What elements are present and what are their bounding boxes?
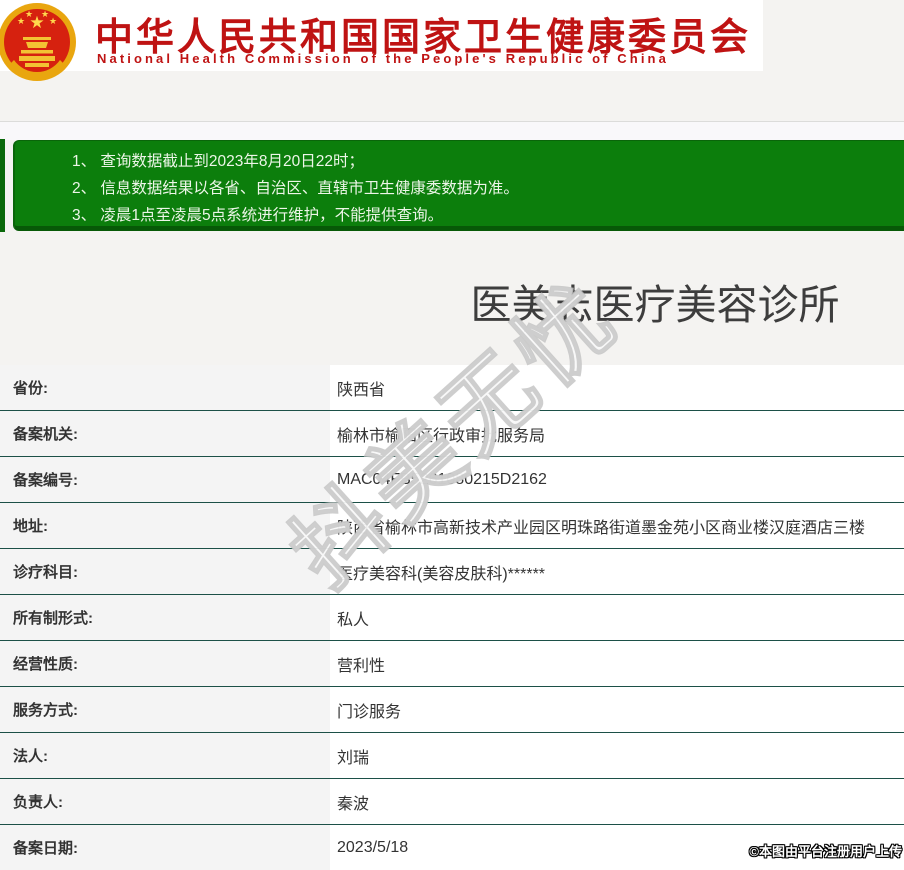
svg-text:★: ★ — [17, 16, 25, 26]
row-value: 医疗美容科(美容皮肤科)****** — [330, 549, 904, 594]
copyright-watermark: ©本图由平台注册用户上传 — [749, 844, 902, 859]
row-value: 秦波 — [330, 779, 904, 824]
table-row-legal-person: 法人: 刘瑞 — [0, 733, 904, 779]
svg-text:★: ★ — [41, 9, 49, 19]
svg-text:★: ★ — [49, 16, 57, 26]
notice-item-3: 3、 凌晨1点至凌晨5点系统进行维护，不能提供查询。 — [72, 207, 444, 224]
row-label: 法人: — [0, 733, 330, 778]
row-label: 省份: — [0, 365, 330, 410]
row-value: 私人 — [330, 595, 904, 640]
china-national-emblem-icon: ★ ★ ★ ★ ★ — [0, 3, 76, 81]
notice-left-strip — [0, 139, 5, 232]
table-row-business-nature: 经营性质: 营利性 — [0, 641, 904, 687]
svg-text:★: ★ — [25, 9, 33, 19]
table-row-ownership-form: 所有制形式: 私人 — [0, 595, 904, 641]
header-title-en: National Health Commission of the People… — [97, 51, 669, 66]
table-row-address: 地址: 陕西省榆林市高新技术产业园区明珠路街道墨金苑小区商业楼汉庭酒店三楼 — [0, 503, 904, 549]
facility-name-title: 医美志医疗美容诊所 — [470, 282, 840, 328]
row-label: 所有制形式: — [0, 595, 330, 640]
record-info-table: 省份: 陕西省 备案机关: 榆林市榆阳区行政审批服务局 备案编号: MAC04F… — [0, 365, 904, 870]
row-label: 备案编号: — [0, 457, 330, 502]
row-label: 经营性质: — [0, 641, 330, 686]
table-row-service-mode: 服务方式: 门诊服务 — [0, 687, 904, 733]
notice-item-1: 1、 查询数据截止到2023年8月20日22时； — [72, 153, 365, 170]
table-row-person-in-charge: 负责人: 秦波 — [0, 779, 904, 825]
notice-item-2: 2、 信息数据结果以各省、自治区、直辖市卫生健康委数据为准。 — [72, 180, 519, 197]
row-value: 刘瑞 — [330, 733, 904, 778]
row-value: 陕西省 — [330, 365, 904, 410]
row-label: 诊疗科目: — [0, 549, 330, 594]
band-highlight — [0, 122, 904, 140]
table-row-treatment-subjects: 诊疗科目: 医疗美容科(美容皮肤科)****** — [0, 549, 904, 595]
row-value: MAC04FB5261080215D2162 — [330, 457, 904, 502]
row-label: 服务方式: — [0, 687, 330, 732]
table-row-filing-authority: 备案机关: 榆林市榆阳区行政审批服务局 — [0, 411, 904, 457]
row-value: 陕西省榆林市高新技术产业园区明珠路街道墨金苑小区商业楼汉庭酒店三楼 — [330, 503, 904, 548]
site-header: ★ ★ ★ ★ ★ 中华人民共和国国家卫生健康委员会 National Heal… — [0, 0, 763, 81]
row-label: 备案机关: — [0, 411, 330, 456]
table-row-filing-number: 备案编号: MAC04FB5261080215D2162 — [0, 457, 904, 503]
row-value: 门诊服务 — [330, 687, 904, 732]
row-value: 榆林市榆阳区行政审批服务局 — [330, 411, 904, 456]
table-row-province: 省份: 陕西省 — [0, 365, 904, 411]
row-label: 地址: — [0, 503, 330, 548]
notice-box: 1、 查询数据截止到2023年8月20日22时； 2、 信息数据结果以各省、自治… — [13, 140, 904, 231]
row-label: 备案日期: — [0, 825, 330, 870]
row-value: 营利性 — [330, 641, 904, 686]
row-label: 负责人: — [0, 779, 330, 824]
